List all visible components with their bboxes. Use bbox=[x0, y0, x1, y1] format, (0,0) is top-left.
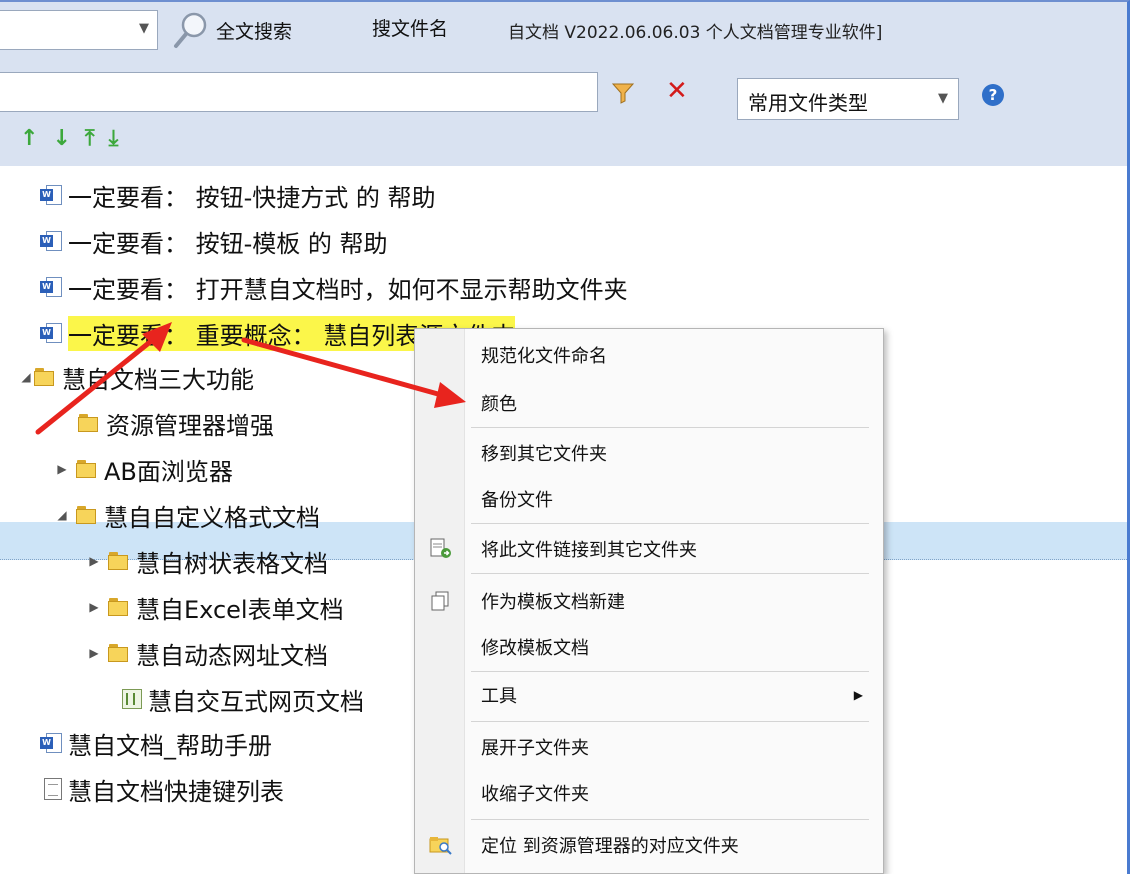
arrow-to-item-annotation bbox=[35, 322, 172, 435]
arrow-to-color-annotation bbox=[241, 337, 466, 408]
annotation-arrows bbox=[35, 322, 466, 435]
